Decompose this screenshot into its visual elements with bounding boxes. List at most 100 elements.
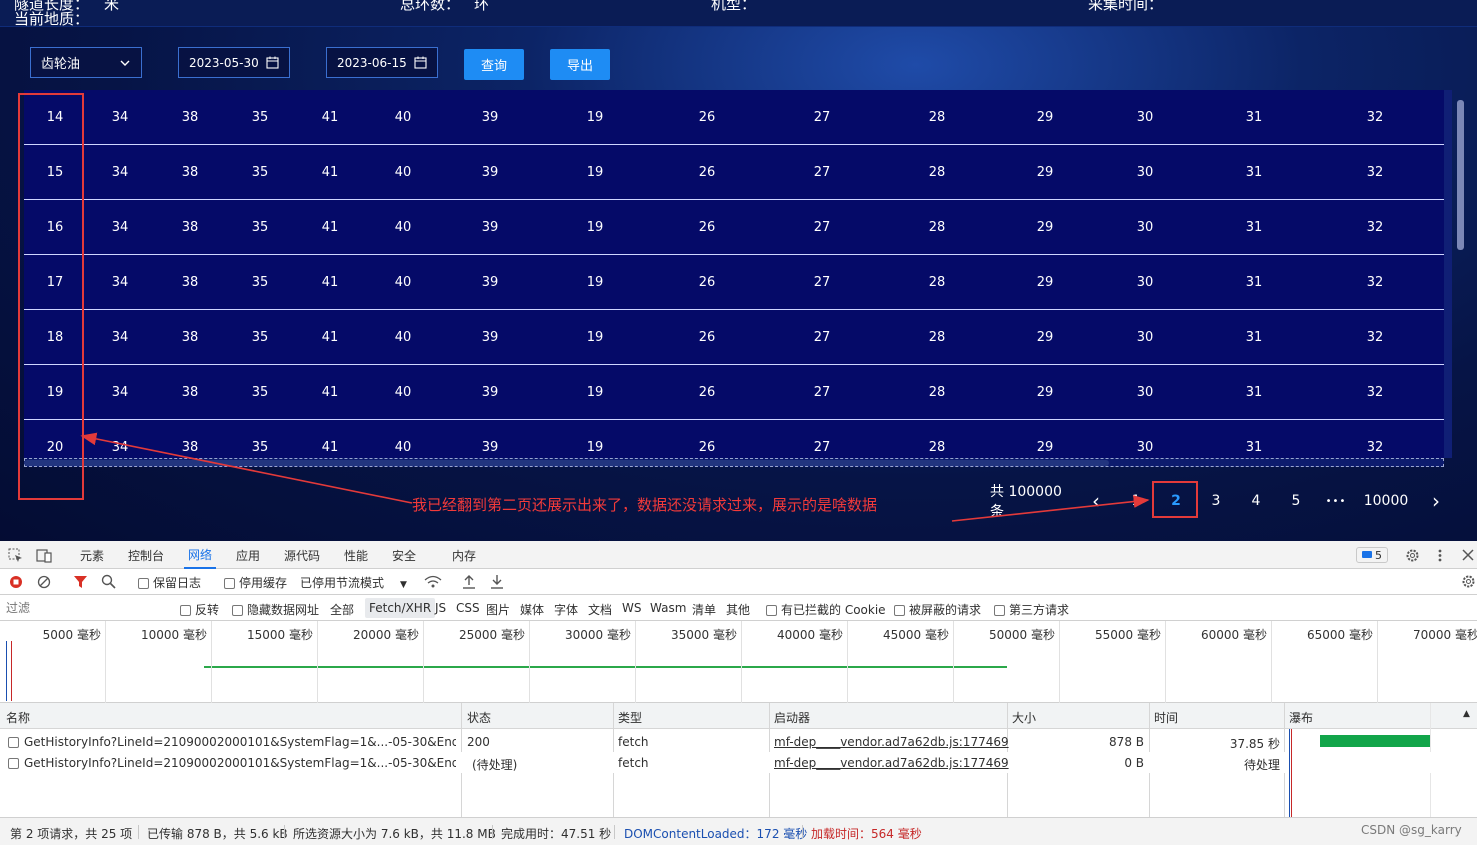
tab-network[interactable]: 网络 (184, 541, 217, 569)
tab-security[interactable]: 安全 (392, 541, 416, 569)
column-waterfall[interactable]: 瀑布 (1289, 709, 1313, 726)
disable-cache-checkbox[interactable]: 停用缓存 (224, 574, 287, 591)
start-date-picker[interactable]: 2023-05-30 (178, 47, 290, 78)
tab-memory[interactable]: 内存 (452, 541, 476, 569)
column-type[interactable]: 类型 (618, 709, 642, 726)
blocked-requests-checkbox[interactable]: 被屏蔽的请求 (894, 601, 981, 618)
request-name[interactable]: GetHistoryInfo?LineId=21090002000101&Sys… (24, 756, 456, 770)
tab-console[interactable]: 控制台 (128, 541, 164, 569)
invert-label: 反转 (195, 603, 220, 617)
request-row-pending[interactable]: GetHistoryInfo?LineId=21090002000101&Sys… (0, 752, 1477, 773)
grid-cell: 31 (1245, 110, 1263, 125)
hide-data-urls-checkbox[interactable]: 隐藏数据网址 (232, 601, 319, 618)
network-settings-gear-icon[interactable] (1461, 574, 1476, 589)
type-filter-img[interactable]: 图片 (486, 601, 510, 618)
device-toolbar-icon[interactable] (36, 548, 52, 563)
tab-sources[interactable]: 源代码 (284, 541, 320, 569)
calendar-icon (266, 56, 279, 69)
network-overview-timeline[interactable]: 5000 毫秒 10000 毫秒 15000 毫秒 20000 毫秒 25000 毫秒 3… (0, 621, 1477, 703)
network-conditions-icon[interactable] (424, 575, 442, 589)
tab-performance[interactable]: 性能 (344, 541, 368, 569)
oil-type-select[interactable]: 齿轮油 (30, 47, 142, 78)
request-row[interactable]: GetHistoryInfo?LineId=21090002000101&Sys… (0, 731, 1477, 752)
blocked-cookies-checkbox[interactable]: 有已拦截的 Cookie (766, 601, 886, 618)
grid-cell: 26 (698, 220, 716, 235)
grid-cell: 38 (181, 385, 199, 400)
request-checkbox[interactable] (8, 735, 23, 749)
timeline-tick-label: 65000 毫秒 (1307, 628, 1373, 642)
status-separator (802, 825, 803, 839)
type-filter-wasm[interactable]: Wasm (650, 601, 686, 615)
timeline-tick-label: 70000 毫秒 (1413, 628, 1477, 642)
page-1-button[interactable]: 1 (1126, 486, 1146, 516)
type-filter-doc[interactable]: 文档 (588, 601, 612, 618)
type-filter-other[interactable]: 其他 (726, 601, 750, 618)
calendar-icon (414, 56, 427, 69)
filter-funnel-icon[interactable] (74, 575, 87, 589)
type-filter-media[interactable]: 媒体 (520, 601, 544, 618)
type-filter-ws[interactable]: WS (622, 601, 641, 615)
inspect-element-icon[interactable] (8, 548, 23, 563)
request-initiator-link[interactable]: mf-dep____vendor.ad7a62db.js:177469 (774, 756, 1009, 770)
grid-cell: 26 (698, 330, 716, 345)
page-3-button[interactable]: 3 (1206, 486, 1226, 516)
filter-input[interactable] (2, 598, 166, 618)
type-filter-manifest[interactable]: 清单 (692, 601, 716, 618)
next-page-button[interactable]: › (1426, 486, 1446, 516)
search-icon[interactable] (101, 574, 116, 589)
grid-cell: 38 (181, 220, 199, 235)
grid-vertical-scrollbar-track[interactable] (1444, 90, 1452, 458)
throttling-select[interactable]: 已停用节流模式 ▼ (300, 574, 407, 591)
grid-cell: 26 (698, 165, 716, 180)
export-har-icon[interactable] (490, 574, 504, 589)
more-pages-button[interactable]: ••• (1322, 486, 1350, 516)
type-filter-js[interactable]: JS (435, 601, 446, 615)
tab-elements[interactable]: 元素 (80, 541, 104, 569)
column-initiator[interactable]: 启动器 (774, 709, 810, 726)
column-size[interactable]: 大小 (1012, 709, 1036, 726)
waterfall-load-line (1291, 729, 1292, 817)
tab-application[interactable]: 应用 (236, 541, 260, 569)
grid-cell: 28 (928, 165, 946, 180)
record-stop-icon[interactable] (9, 575, 23, 589)
invert-checkbox[interactable]: 反转 (180, 601, 219, 618)
preserve-log-checkbox[interactable]: 保留日志 (138, 574, 201, 591)
grid-cell: 29 (1036, 165, 1054, 180)
checkbox-icon (224, 578, 235, 589)
grid-horizontal-scrollbar-thumb[interactable] (24, 460, 1109, 466)
grid-cell: 28 (928, 330, 946, 345)
grid-row: 18 34 38 35 41 40 39 19 26 27 28 29 30 31 32 (24, 310, 1444, 365)
column-name[interactable]: 名称 (6, 709, 30, 726)
column-time[interactable]: 时间 (1154, 709, 1178, 726)
export-button[interactable]: 导出 (550, 49, 610, 80)
request-name[interactable]: GetHistoryInfo?LineId=21090002000101&Sys… (24, 735, 456, 749)
type-filter-css[interactable]: CSS (456, 601, 480, 615)
import-har-icon[interactable] (462, 574, 476, 589)
column-status[interactable]: 状态 (467, 709, 491, 726)
request-checkbox[interactable] (8, 756, 23, 770)
prev-page-button[interactable]: ‹ (1086, 486, 1106, 516)
grid-cell: 27 (813, 330, 831, 345)
last-page-button[interactable]: 10000 (1362, 486, 1410, 516)
timeline-tick-line (1271, 621, 1272, 703)
issues-badge[interactable]: 5 (1356, 547, 1388, 563)
page-vertical-scrollbar-thumb[interactable] (1457, 100, 1464, 250)
type-filter-fetch-xhr[interactable]: Fetch/XHR (365, 598, 436, 618)
sort-up-icon[interactable]: ▲ (1463, 709, 1470, 719)
clear-icon[interactable] (37, 575, 51, 589)
total-rings-label: 总环数： (400, 0, 461, 13)
close-devtools-icon[interactable] (1462, 549, 1474, 561)
checkbox-icon (8, 737, 19, 748)
request-initiator-link[interactable]: mf-dep____vendor.ad7a62db.js:177469 (774, 735, 1009, 749)
type-filter-all[interactable]: 全部 (330, 601, 354, 618)
settings-gear-icon[interactable] (1405, 548, 1420, 563)
end-date-picker[interactable]: 2023-06-15 (326, 47, 438, 78)
grid-cell: 29 (1036, 110, 1054, 125)
third-party-checkbox[interactable]: 第三方请求 (994, 601, 1069, 618)
page-5-button[interactable]: 5 (1286, 486, 1306, 516)
preserve-log-label: 保留日志 (153, 576, 202, 590)
more-options-icon[interactable] (1437, 548, 1443, 563)
type-filter-font[interactable]: 字体 (554, 601, 578, 618)
page-4-button[interactable]: 4 (1246, 486, 1266, 516)
query-button[interactable]: 查询 (464, 49, 524, 80)
